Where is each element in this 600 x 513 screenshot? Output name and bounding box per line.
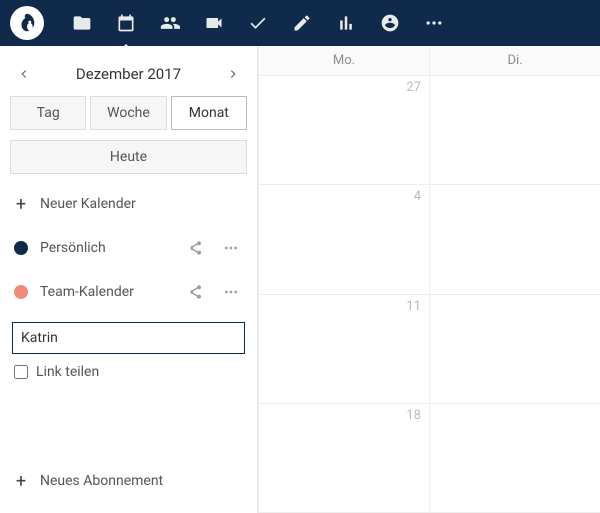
day-cell[interactable] — [429, 295, 600, 403]
nav-video[interactable] — [192, 0, 236, 46]
share-link-label: Link teilen — [36, 364, 99, 380]
calendar-name: Team-Kalender — [40, 284, 171, 300]
day-cell[interactable]: 27 — [258, 76, 429, 184]
calendar-color-dot — [14, 241, 28, 255]
prev-month-button[interactable] — [12, 62, 36, 86]
day-header: Mo. — [258, 46, 429, 75]
nav-more[interactable] — [412, 0, 456, 46]
nav-announcements[interactable] — [368, 0, 412, 46]
day-cell[interactable]: 4 — [258, 185, 429, 293]
calendar-grid: Mo. Di. 27 4 11 18 — [258, 46, 600, 513]
view-week-button[interactable]: Woche — [90, 96, 166, 130]
nav-contacts[interactable] — [148, 0, 192, 46]
nav-calendar[interactable] — [104, 0, 148, 46]
nav-activity[interactable] — [324, 0, 368, 46]
share-icon[interactable] — [183, 240, 207, 256]
plus-icon: + — [14, 471, 28, 492]
sidebar: Dezember 2017 Tag Woche Monat Heute + Ne… — [0, 46, 258, 513]
nav-notes[interactable] — [280, 0, 324, 46]
today-button[interactable]: Heute — [10, 140, 247, 174]
nav-bar — [60, 0, 456, 46]
month-title: Dezember 2017 — [76, 65, 181, 83]
plus-icon: + — [14, 194, 28, 215]
nav-tasks[interactable] — [236, 0, 280, 46]
day-cell[interactable]: 11 — [258, 295, 429, 403]
week-row: 4 — [258, 185, 600, 294]
more-icon[interactable] — [219, 284, 243, 300]
calendar-row[interactable]: Team-Kalender — [6, 270, 251, 314]
next-month-button[interactable] — [221, 62, 245, 86]
day-number: 27 — [406, 80, 421, 95]
month-navigator: Dezember 2017 — [6, 54, 251, 96]
grid-body: 27 4 11 18 — [258, 76, 600, 513]
grid-header: Mo. Di. — [258, 46, 600, 76]
view-tabs: Tag Woche Monat — [6, 96, 251, 130]
day-cell[interactable] — [429, 76, 600, 184]
calendar-color-dot — [14, 285, 28, 299]
day-cell[interactable]: 18 — [258, 404, 429, 512]
new-subscription-row[interactable]: + Neues Abonnement — [6, 459, 251, 503]
share-link-row[interactable]: Link teilen — [6, 364, 251, 390]
day-number: 18 — [406, 408, 421, 423]
nav-files[interactable] — [60, 0, 104, 46]
new-calendar-row[interactable]: + Neuer Kalender — [6, 182, 251, 226]
week-row: 27 — [258, 76, 600, 185]
share-user-input[interactable] — [12, 322, 245, 354]
day-cell[interactable] — [429, 185, 600, 293]
day-number: 4 — [414, 189, 421, 204]
new-calendar-label: Neuer Kalender — [40, 196, 243, 212]
top-bar — [0, 0, 600, 46]
week-row: 18 — [258, 404, 600, 513]
view-month-button[interactable]: Monat — [171, 96, 247, 130]
day-number: 11 — [406, 299, 421, 314]
app-logo[interactable] — [10, 6, 44, 40]
share-link-checkbox[interactable] — [14, 365, 28, 379]
share-icon[interactable] — [183, 284, 207, 300]
view-day-button[interactable]: Tag — [10, 96, 86, 130]
more-icon[interactable] — [219, 240, 243, 256]
day-cell[interactable] — [429, 404, 600, 512]
new-subscription-label: Neues Abonnement — [40, 473, 243, 489]
calendar-row[interactable]: Persönlich — [6, 226, 251, 270]
day-header: Di. — [429, 46, 600, 75]
week-row: 11 — [258, 295, 600, 404]
calendar-name: Persönlich — [40, 240, 171, 256]
